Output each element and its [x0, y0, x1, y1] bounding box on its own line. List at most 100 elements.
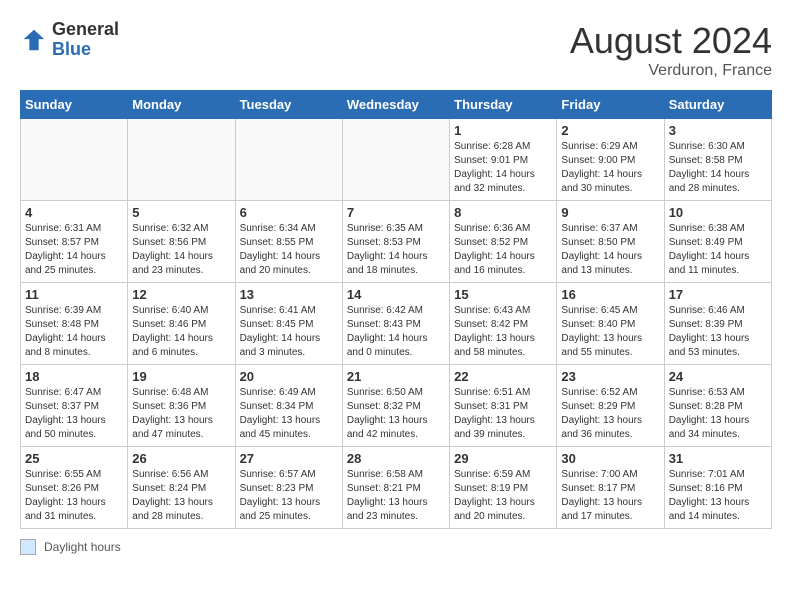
day-number: 22 [454, 369, 552, 384]
calendar-cell: 4 Sunrise: 6:31 AMSunset: 8:57 PMDaylight… [21, 201, 128, 283]
day-info: Sunrise: 6:48 AMSunset: 8:36 PMDaylight:… [132, 386, 230, 442]
logo-text: General Blue [52, 20, 119, 60]
day-info: Sunrise: 6:30 AMSunset: 8:58 PMDaylight:… [669, 140, 767, 196]
page-header: General Blue August 2024 Verduron, Franc… [20, 20, 772, 80]
day-info: Sunrise: 6:57 AMSunset: 8:23 PMDaylight:… [240, 468, 338, 524]
day-number: 28 [347, 451, 445, 466]
day-info: Sunrise: 6:34 AMSunset: 8:55 PMDaylight:… [240, 222, 338, 278]
calendar-cell: 28 Sunrise: 6:58 AMSunset: 8:21 PMDayligh… [342, 447, 449, 529]
calendar-table: SundayMondayTuesdayWednesdayThursdayFrid… [20, 90, 772, 529]
month-year-title: August 2024 [570, 20, 772, 62]
day-info: Sunrise: 6:29 AMSunset: 9:00 PMDaylight:… [561, 140, 659, 196]
day-number: 27 [240, 451, 338, 466]
calendar-week-5: 25 Sunrise: 6:55 AMSunset: 8:26 PMDayligh… [21, 447, 772, 529]
day-info: Sunrise: 6:55 AMSunset: 8:26 PMDaylight:… [25, 468, 123, 524]
day-number: 4 [25, 205, 123, 220]
day-number: 31 [669, 451, 767, 466]
day-number: 13 [240, 287, 338, 302]
weekday-header-monday: Monday [128, 91, 235, 119]
day-info: Sunrise: 6:38 AMSunset: 8:49 PMDaylight:… [669, 222, 767, 278]
day-number: 2 [561, 123, 659, 138]
calendar-cell: 26 Sunrise: 6:56 AMSunset: 8:24 PMDayligh… [128, 447, 235, 529]
day-number: 25 [25, 451, 123, 466]
calendar-cell: 12 Sunrise: 6:40 AMSunset: 8:46 PMDayligh… [128, 283, 235, 365]
day-info: Sunrise: 6:31 AMSunset: 8:57 PMDaylight:… [25, 222, 123, 278]
day-info: Sunrise: 6:58 AMSunset: 8:21 PMDaylight:… [347, 468, 445, 524]
day-number: 10 [669, 205, 767, 220]
calendar-cell: 8 Sunrise: 6:36 AMSunset: 8:52 PMDaylight… [450, 201, 557, 283]
weekday-header-sunday: Sunday [21, 91, 128, 119]
daylight-legend-box [20, 539, 36, 555]
day-number: 7 [347, 205, 445, 220]
calendar-cell: 21 Sunrise: 6:50 AMSunset: 8:32 PMDayligh… [342, 365, 449, 447]
day-info: Sunrise: 6:28 AMSunset: 9:01 PMDaylight:… [454, 140, 552, 196]
calendar-cell: 1Sunrise: 6:28 AMSunset: 9:01 PMDaylight… [450, 119, 557, 201]
weekday-header-tuesday: Tuesday [235, 91, 342, 119]
day-info: Sunrise: 6:32 AMSunset: 8:56 PMDaylight:… [132, 222, 230, 278]
calendar-cell: 31 Sunrise: 7:01 AMSunset: 8:16 PMDayligh… [664, 447, 771, 529]
day-info: Sunrise: 6:41 AMSunset: 8:45 PMDaylight:… [240, 304, 338, 360]
day-info: Sunrise: 6:37 AMSunset: 8:50 PMDaylight:… [561, 222, 659, 278]
calendar-cell: 27 Sunrise: 6:57 AMSunset: 8:23 PMDayligh… [235, 447, 342, 529]
day-info: Sunrise: 6:40 AMSunset: 8:46 PMDaylight:… [132, 304, 230, 360]
calendar-cell: 24 Sunrise: 6:53 AMSunset: 8:28 PMDayligh… [664, 365, 771, 447]
weekday-header-friday: Friday [557, 91, 664, 119]
location-subtitle: Verduron, France [570, 62, 772, 80]
day-number: 30 [561, 451, 659, 466]
day-info: Sunrise: 6:45 AMSunset: 8:40 PMDaylight:… [561, 304, 659, 360]
day-info: Sunrise: 6:39 AMSunset: 8:48 PMDaylight:… [25, 304, 123, 360]
weekday-header-wednesday: Wednesday [342, 91, 449, 119]
calendar-cell: 6 Sunrise: 6:34 AMSunset: 8:55 PMDaylight… [235, 201, 342, 283]
day-info: Sunrise: 6:49 AMSunset: 8:34 PMDaylight:… [240, 386, 338, 442]
calendar-cell [235, 119, 342, 201]
calendar-cell: 11 Sunrise: 6:39 AMSunset: 8:48 PMDayligh… [21, 283, 128, 365]
day-info: Sunrise: 6:35 AMSunset: 8:53 PMDaylight:… [347, 222, 445, 278]
calendar-cell [342, 119, 449, 201]
day-number: 11 [25, 287, 123, 302]
calendar-week-1: 1Sunrise: 6:28 AMSunset: 9:01 PMDaylight… [21, 119, 772, 201]
calendar-cell: 19Sunrise: 6:48 AMSunset: 8:36 PMDayligh… [128, 365, 235, 447]
day-number: 6 [240, 205, 338, 220]
day-info: Sunrise: 6:53 AMSunset: 8:28 PMDaylight:… [669, 386, 767, 442]
day-info: Sunrise: 7:01 AMSunset: 8:16 PMDaylight:… [669, 468, 767, 524]
day-number: 17 [669, 287, 767, 302]
logo-general-text: General [52, 20, 119, 40]
title-block: August 2024 Verduron, France [570, 20, 772, 80]
calendar-cell: 25 Sunrise: 6:55 AMSunset: 8:26 PMDayligh… [21, 447, 128, 529]
day-number: 21 [347, 369, 445, 384]
day-number: 24 [669, 369, 767, 384]
day-info: Sunrise: 6:59 AMSunset: 8:19 PMDaylight:… [454, 468, 552, 524]
day-info: Sunrise: 6:51 AMSunset: 8:31 PMDaylight:… [454, 386, 552, 442]
daylight-legend-label: Daylight hours [44, 540, 121, 554]
day-info: Sunrise: 6:56 AMSunset: 8:24 PMDaylight:… [132, 468, 230, 524]
calendar-cell: 14Sunrise: 6:42 AMSunset: 8:43 PMDayligh… [342, 283, 449, 365]
logo-icon [20, 26, 48, 54]
calendar-cell: 23Sunrise: 6:52 AMSunset: 8:29 PMDayligh… [557, 365, 664, 447]
day-number: 12 [132, 287, 230, 302]
day-info: Sunrise: 6:36 AMSunset: 8:52 PMDaylight:… [454, 222, 552, 278]
calendar-cell: 3Sunrise: 6:30 AMSunset: 8:58 PMDaylight… [664, 119, 771, 201]
calendar-cell: 13 Sunrise: 6:41 AMSunset: 8:45 PMDayligh… [235, 283, 342, 365]
calendar-cell: 16Sunrise: 6:45 AMSunset: 8:40 PMDayligh… [557, 283, 664, 365]
calendar-cell: 18Sunrise: 6:47 AMSunset: 8:37 PMDayligh… [21, 365, 128, 447]
day-info: Sunrise: 6:50 AMSunset: 8:32 PMDaylight:… [347, 386, 445, 442]
weekday-header-thursday: Thursday [450, 91, 557, 119]
day-number: 26 [132, 451, 230, 466]
day-number: 8 [454, 205, 552, 220]
calendar-cell: 30Sunrise: 7:00 AMSunset: 8:17 PMDayligh… [557, 447, 664, 529]
calendar-cell: 7 Sunrise: 6:35 AMSunset: 8:53 PMDaylight… [342, 201, 449, 283]
footer: Daylight hours [20, 539, 772, 555]
calendar-cell: 29 Sunrise: 6:59 AMSunset: 8:19 PMDayligh… [450, 447, 557, 529]
weekday-header-row: SundayMondayTuesdayWednesdayThursdayFrid… [21, 91, 772, 119]
weekday-header-saturday: Saturday [664, 91, 771, 119]
calendar-cell: 5Sunrise: 6:32 AMSunset: 8:56 PMDaylight… [128, 201, 235, 283]
logo: General Blue [20, 20, 119, 60]
calendar-cell: 2 Sunrise: 6:29 AMSunset: 9:00 PMDaylight… [557, 119, 664, 201]
day-number: 29 [454, 451, 552, 466]
calendar-cell: 20 Sunrise: 6:49 AMSunset: 8:34 PMDayligh… [235, 365, 342, 447]
calendar-week-3: 11 Sunrise: 6:39 AMSunset: 8:48 PMDayligh… [21, 283, 772, 365]
calendar-cell: 10 Sunrise: 6:38 AMSunset: 8:49 PMDayligh… [664, 201, 771, 283]
day-number: 20 [240, 369, 338, 384]
day-number: 23 [561, 369, 659, 384]
day-number: 15 [454, 287, 552, 302]
